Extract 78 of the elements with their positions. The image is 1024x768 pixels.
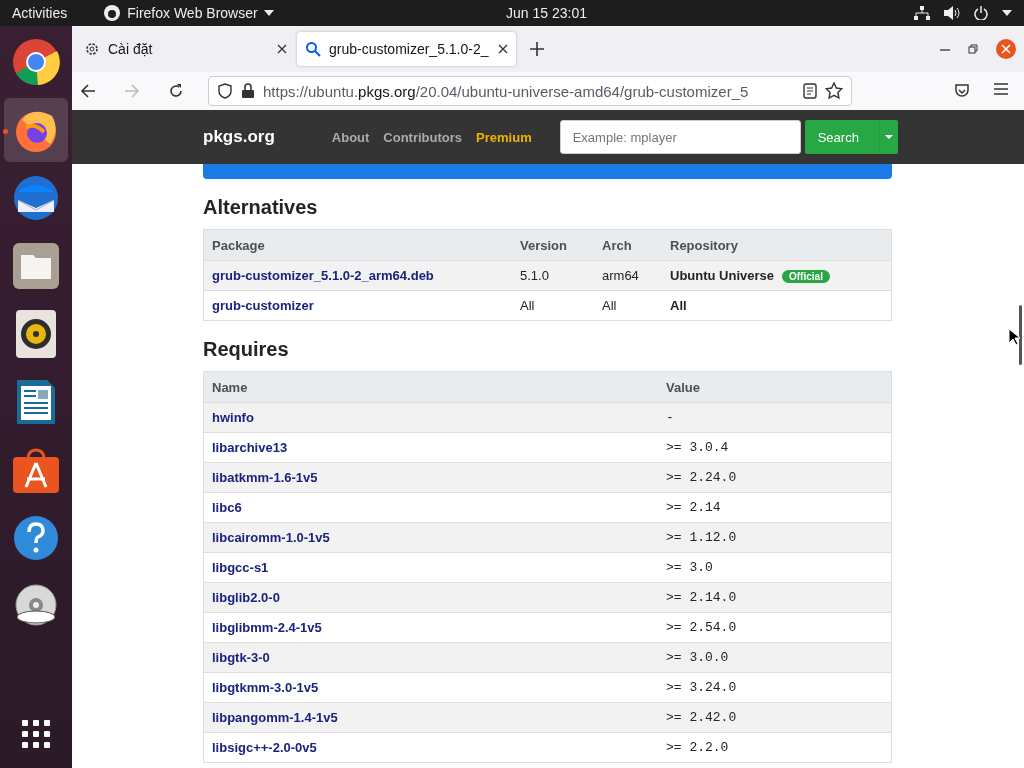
star-icon[interactable]	[825, 82, 843, 100]
reader-view-icon[interactable]	[803, 83, 817, 99]
official-badge: Official	[782, 270, 830, 283]
chrome-icon[interactable]	[12, 38, 60, 86]
package-link[interactable]: libgcc-s1	[212, 560, 269, 575]
clock[interactable]: Jun 15 23:01	[506, 5, 587, 21]
section-heading: Alternatives	[203, 196, 319, 219]
restore-icon[interactable]	[968, 44, 978, 54]
pocket-icon[interactable]	[954, 83, 970, 99]
help-icon[interactable]	[13, 515, 59, 561]
package-link[interactable]: libglib2.0-0	[212, 590, 280, 605]
caret-icon[interactable]	[1002, 10, 1012, 16]
package-link[interactable]: libglibmm-2.4-1v5	[212, 620, 322, 635]
repository-name: All	[670, 298, 687, 313]
caret-icon	[884, 135, 893, 139]
folder-icon[interactable]	[13, 243, 59, 289]
table-cell: >= 3.0.0	[658, 642, 892, 673]
package-link[interactable]: libarchive13	[212, 440, 288, 455]
speaker-icon[interactable]	[16, 310, 56, 358]
mail-icon[interactable]	[12, 174, 60, 222]
close-icon[interactable]	[498, 44, 508, 54]
volume-icon[interactable]	[944, 6, 960, 20]
scrollbar-thumb[interactable]	[1019, 305, 1022, 365]
table-cell: >= 2.14.0	[658, 582, 892, 613]
reload-icon[interactable]	[168, 83, 184, 99]
app-grid-icon[interactable]	[20, 718, 52, 750]
disc-icon[interactable]	[13, 583, 59, 629]
table-cell: >= 2.2.0	[658, 732, 892, 763]
search-icon	[305, 41, 321, 57]
package-link[interactable]: libgtk-3-0	[212, 650, 270, 665]
table-cell: -	[658, 402, 892, 433]
power-icon[interactable]	[974, 6, 988, 20]
table-cell: >= 1.12.0	[658, 522, 892, 553]
shopping-bag-icon[interactable]	[13, 447, 59, 493]
activities-button[interactable]: Activities	[12, 5, 68, 21]
table-cell: arm64	[594, 260, 662, 291]
close-icon[interactable]	[277, 44, 287, 54]
table-cell: >= 2.42.0	[658, 702, 892, 733]
nav-link[interactable]: About	[331, 129, 370, 145]
column-header: Repository	[662, 229, 892, 261]
package-link[interactable]: libgtkmm-3.0-1v5	[212, 680, 319, 695]
column-header: Version	[512, 229, 594, 261]
caret-icon[interactable]	[263, 10, 274, 16]
section-heading: Requires	[203, 338, 290, 361]
address-bar[interactable]: https://ubuntu.pkgs.org/20.04/ubuntu-universe-amd64/grub-customizer_5	[208, 76, 852, 106]
package-link[interactable]: libatkmm-1.6-1v5	[212, 470, 318, 485]
search-field[interactable]: Example: mplayer	[559, 120, 801, 154]
column-header: Value	[658, 371, 892, 403]
back-icon[interactable]	[80, 83, 96, 99]
package-link[interactable]: grub-customizer	[212, 298, 314, 313]
package-link[interactable]: libpangomm-1.4-1v5	[212, 710, 338, 725]
nav-link[interactable]: Contributors	[383, 129, 463, 145]
table-cell: All	[512, 290, 594, 321]
table-cell: 5.1.0	[512, 260, 594, 291]
package-link[interactable]: libsigc++-2.0-0v5	[212, 740, 317, 755]
browser-tab[interactable]: Cài đặt	[76, 32, 295, 66]
table-cell: >= 2.24.0	[658, 462, 892, 493]
column-header: Package	[203, 229, 512, 261]
package-link[interactable]: libc6	[212, 500, 242, 515]
menu-icon[interactable]	[994, 83, 1008, 95]
browser-tab[interactable]: grub-customizer_5.1.0-2_	[297, 32, 516, 66]
mouse-cursor-icon	[1008, 328, 1020, 346]
running-indicator	[3, 129, 8, 134]
new-tab-icon[interactable]	[530, 42, 544, 56]
column-header: Arch	[594, 229, 662, 261]
column-header: Name	[203, 371, 658, 403]
shield-icon[interactable]	[217, 83, 233, 99]
lock-icon[interactable]	[241, 83, 255, 99]
nav-link[interactable]: Premium	[476, 129, 532, 145]
site-logo[interactable]: pkgs.org	[203, 127, 275, 147]
package-link[interactable]: libcairomm-1.0-1v5	[212, 530, 330, 545]
package-link[interactable]: hwinfo	[212, 410, 254, 425]
repository-name: Ubuntu Universe	[670, 268, 774, 283]
network-icon[interactable]	[914, 6, 930, 20]
app-menu-label[interactable]: Firefox Web Browser	[127, 5, 258, 21]
document-icon[interactable]	[15, 378, 57, 426]
settings-icon	[84, 41, 100, 57]
table-cell: All	[594, 290, 662, 321]
